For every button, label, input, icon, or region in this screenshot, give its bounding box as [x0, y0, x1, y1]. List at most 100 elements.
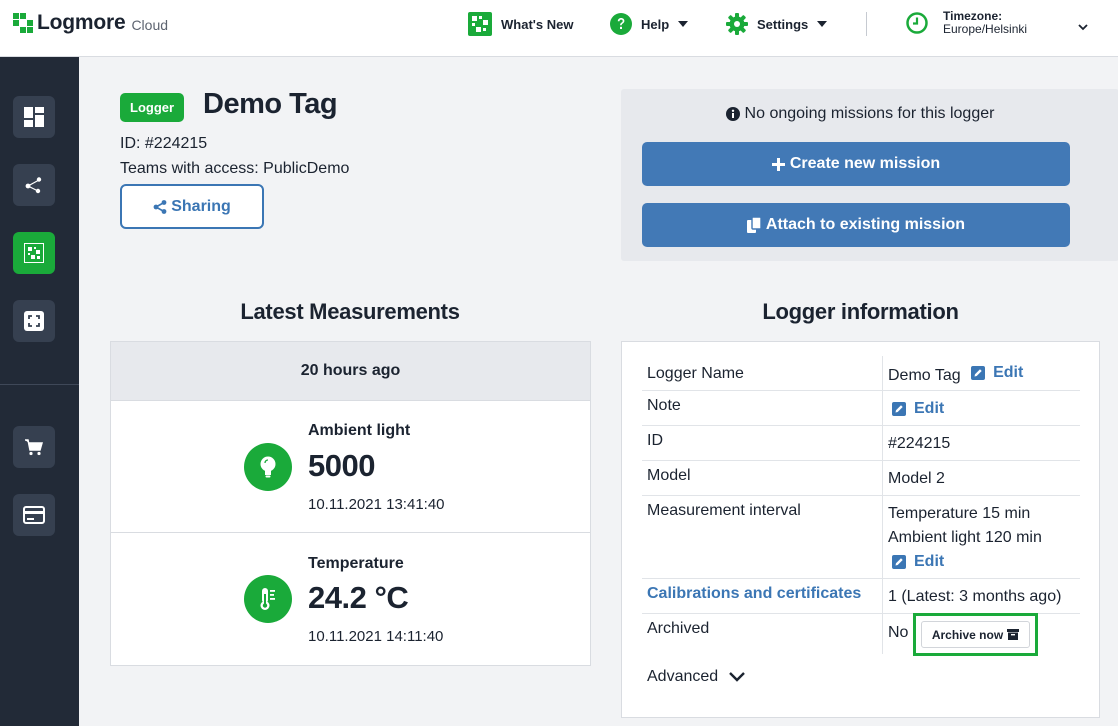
create-mission-button[interactable]: Create new mission: [642, 142, 1070, 186]
sidebar-separator: [0, 384, 79, 385]
create-mission-label: Create new mission: [789, 155, 941, 172]
logger-id: ID: #224215: [120, 135, 208, 152]
logo[interactable]: Logmore Cloud: [13, 11, 168, 35]
sidebar-item-shop[interactable]: [13, 426, 55, 468]
archive-now-label: Archive now: [931, 627, 1004, 642]
measurement-ambient-light: Ambient light 5000 10.11.2021 13:41:40: [111, 401, 590, 533]
credit-card-icon: [23, 506, 45, 524]
missions-note: No ongoing missions for this logger: [621, 105, 1099, 123]
dashboard-icon: [24, 107, 44, 127]
info-row-note: Note Edit: [642, 391, 1080, 426]
gear-icon: [726, 13, 748, 35]
bulb-icon: [244, 443, 292, 491]
caret-down-icon: [817, 21, 828, 27]
help-menu[interactable]: Help: [610, 11, 689, 37]
column-divider: [882, 461, 883, 495]
attach-mission-button[interactable]: Attach to existing mission: [642, 203, 1070, 247]
help-label: Help: [641, 16, 670, 32]
sharing-button[interactable]: Sharing: [120, 184, 264, 229]
copy-icon: [746, 217, 761, 233]
measurement-name: Temperature: [308, 555, 404, 572]
thermometer-icon: [244, 575, 292, 623]
info-value: Model 2: [888, 470, 945, 487]
info-value: Edit: [888, 397, 944, 424]
advanced-toggle[interactable]: Advanced: [647, 668, 746, 686]
page-title: Demo Tag: [203, 88, 338, 120]
measurement-temperature: Temperature 24.2 °C 10.11.2021 14:11:40: [111, 533, 590, 665]
info-row-model: Model Model 2: [642, 461, 1080, 496]
share-nodes-icon: [25, 177, 42, 194]
archive-highlight: Archive now: [913, 613, 1038, 656]
attach-mission-label: Attach to existing mission: [765, 216, 966, 233]
column-divider: [882, 356, 883, 390]
archive-now-button[interactable]: Archive now: [921, 621, 1030, 648]
measurement-time-ago: 20 hours ago: [111, 342, 590, 401]
advanced-label: Advanced: [647, 668, 719, 685]
missions-note-text: No ongoing missions for this logger: [744, 105, 995, 122]
latest-measurements-card: 20 hours ago Ambient light 5000 10.11.20…: [110, 341, 591, 666]
column-divider: [882, 426, 883, 460]
measurement-value: 24.2 °C: [308, 580, 409, 615]
brand-name: Logmore: [37, 11, 126, 34]
column-divider: [882, 614, 883, 654]
column-divider: [882, 496, 883, 578]
question-circle-icon: [610, 13, 632, 35]
latest-measurements-title: Latest Measurements: [240, 299, 460, 324]
chevron-down-icon: [729, 672, 746, 682]
logger-info-table: Logger Name Demo Tag Edit Note Edit ID #…: [642, 356, 1080, 654]
sidebar-item-billing[interactable]: [13, 494, 55, 536]
measurement-value: 5000: [308, 448, 375, 483]
measurement-name: Ambient light: [308, 422, 411, 439]
sidebar-item-tags[interactable]: [13, 232, 55, 274]
whats-new-label: What's New: [501, 16, 574, 32]
settings-menu[interactable]: Settings: [726, 11, 828, 37]
info-circle-icon: [725, 107, 740, 121]
measurement-timestamp: 10.11.2021 13:41:40: [308, 496, 445, 513]
logmore-logo-icon: [13, 13, 33, 33]
info-value: Demo Tag Edit: [888, 361, 1023, 388]
edit-icon: [971, 366, 986, 380]
column-divider: [882, 579, 883, 613]
qr-tag-icon: [24, 243, 44, 263]
info-key: Note: [647, 397, 681, 414]
interval-ambient-light: Ambient light 120 min: [888, 529, 1042, 546]
info-row-id: ID #224215: [642, 426, 1080, 461]
sidebar: [0, 57, 79, 726]
sidebar-item-dashboard[interactable]: [13, 96, 55, 138]
caret-down-icon: [678, 21, 689, 27]
info-key: Model: [647, 467, 691, 484]
column-divider: [882, 391, 883, 425]
teams-access: Teams with access: PublicDemo: [120, 160, 350, 177]
archive-box-icon: [1007, 629, 1020, 640]
edit-label: Edit: [914, 400, 945, 417]
info-value: #224215: [888, 435, 951, 452]
plus-icon: [771, 157, 785, 171]
edit-label: Edit: [993, 364, 1024, 381]
info-key: Logger Name: [647, 365, 744, 382]
interval-temperature: Temperature 15 min: [888, 505, 1031, 522]
info-key: ID: [647, 432, 663, 449]
info-row-calibrations: Calibrations and certificates 1 (Latest:…: [642, 579, 1080, 614]
logger-information-title: Logger information: [762, 299, 959, 324]
info-key: Measurement interval: [647, 502, 801, 519]
edit-interval-link[interactable]: Edit: [892, 550, 944, 574]
info-row-interval: Measurement interval Temperature 15 min …: [642, 496, 1080, 579]
whats-new-button[interactable]: What's New: [468, 11, 573, 37]
qr-tag-icon: [468, 12, 492, 36]
timezone-selector[interactable]: Timezone: Europe/Helsinki: [906, 10, 1027, 36]
missions-panel: No ongoing missions for this logger Crea…: [621, 89, 1118, 261]
edit-note-link[interactable]: Edit: [892, 397, 944, 421]
info-value: Temperature 15 min Ambient light 120 min…: [888, 502, 1042, 577]
edit-label: Edit: [914, 553, 945, 570]
sidebar-item-share[interactable]: [13, 164, 55, 206]
share-nodes-icon: [153, 199, 167, 214]
sharing-label: Sharing: [171, 197, 231, 215]
edit-icon: [892, 555, 906, 569]
calibrations-link[interactable]: Calibrations and certificates: [647, 585, 861, 603]
chevron-down-icon[interactable]: [1078, 22, 1088, 32]
edit-logger-name-link[interactable]: Edit: [971, 361, 1023, 385]
nav-divider: [866, 12, 867, 36]
measurement-timestamp: 10.11.2021 14:11:40: [308, 628, 444, 645]
logger-information-card: Logger Name Demo Tag Edit Note Edit ID #…: [621, 341, 1100, 718]
info-value: 1 (Latest: 3 months ago): [888, 588, 1062, 605]
